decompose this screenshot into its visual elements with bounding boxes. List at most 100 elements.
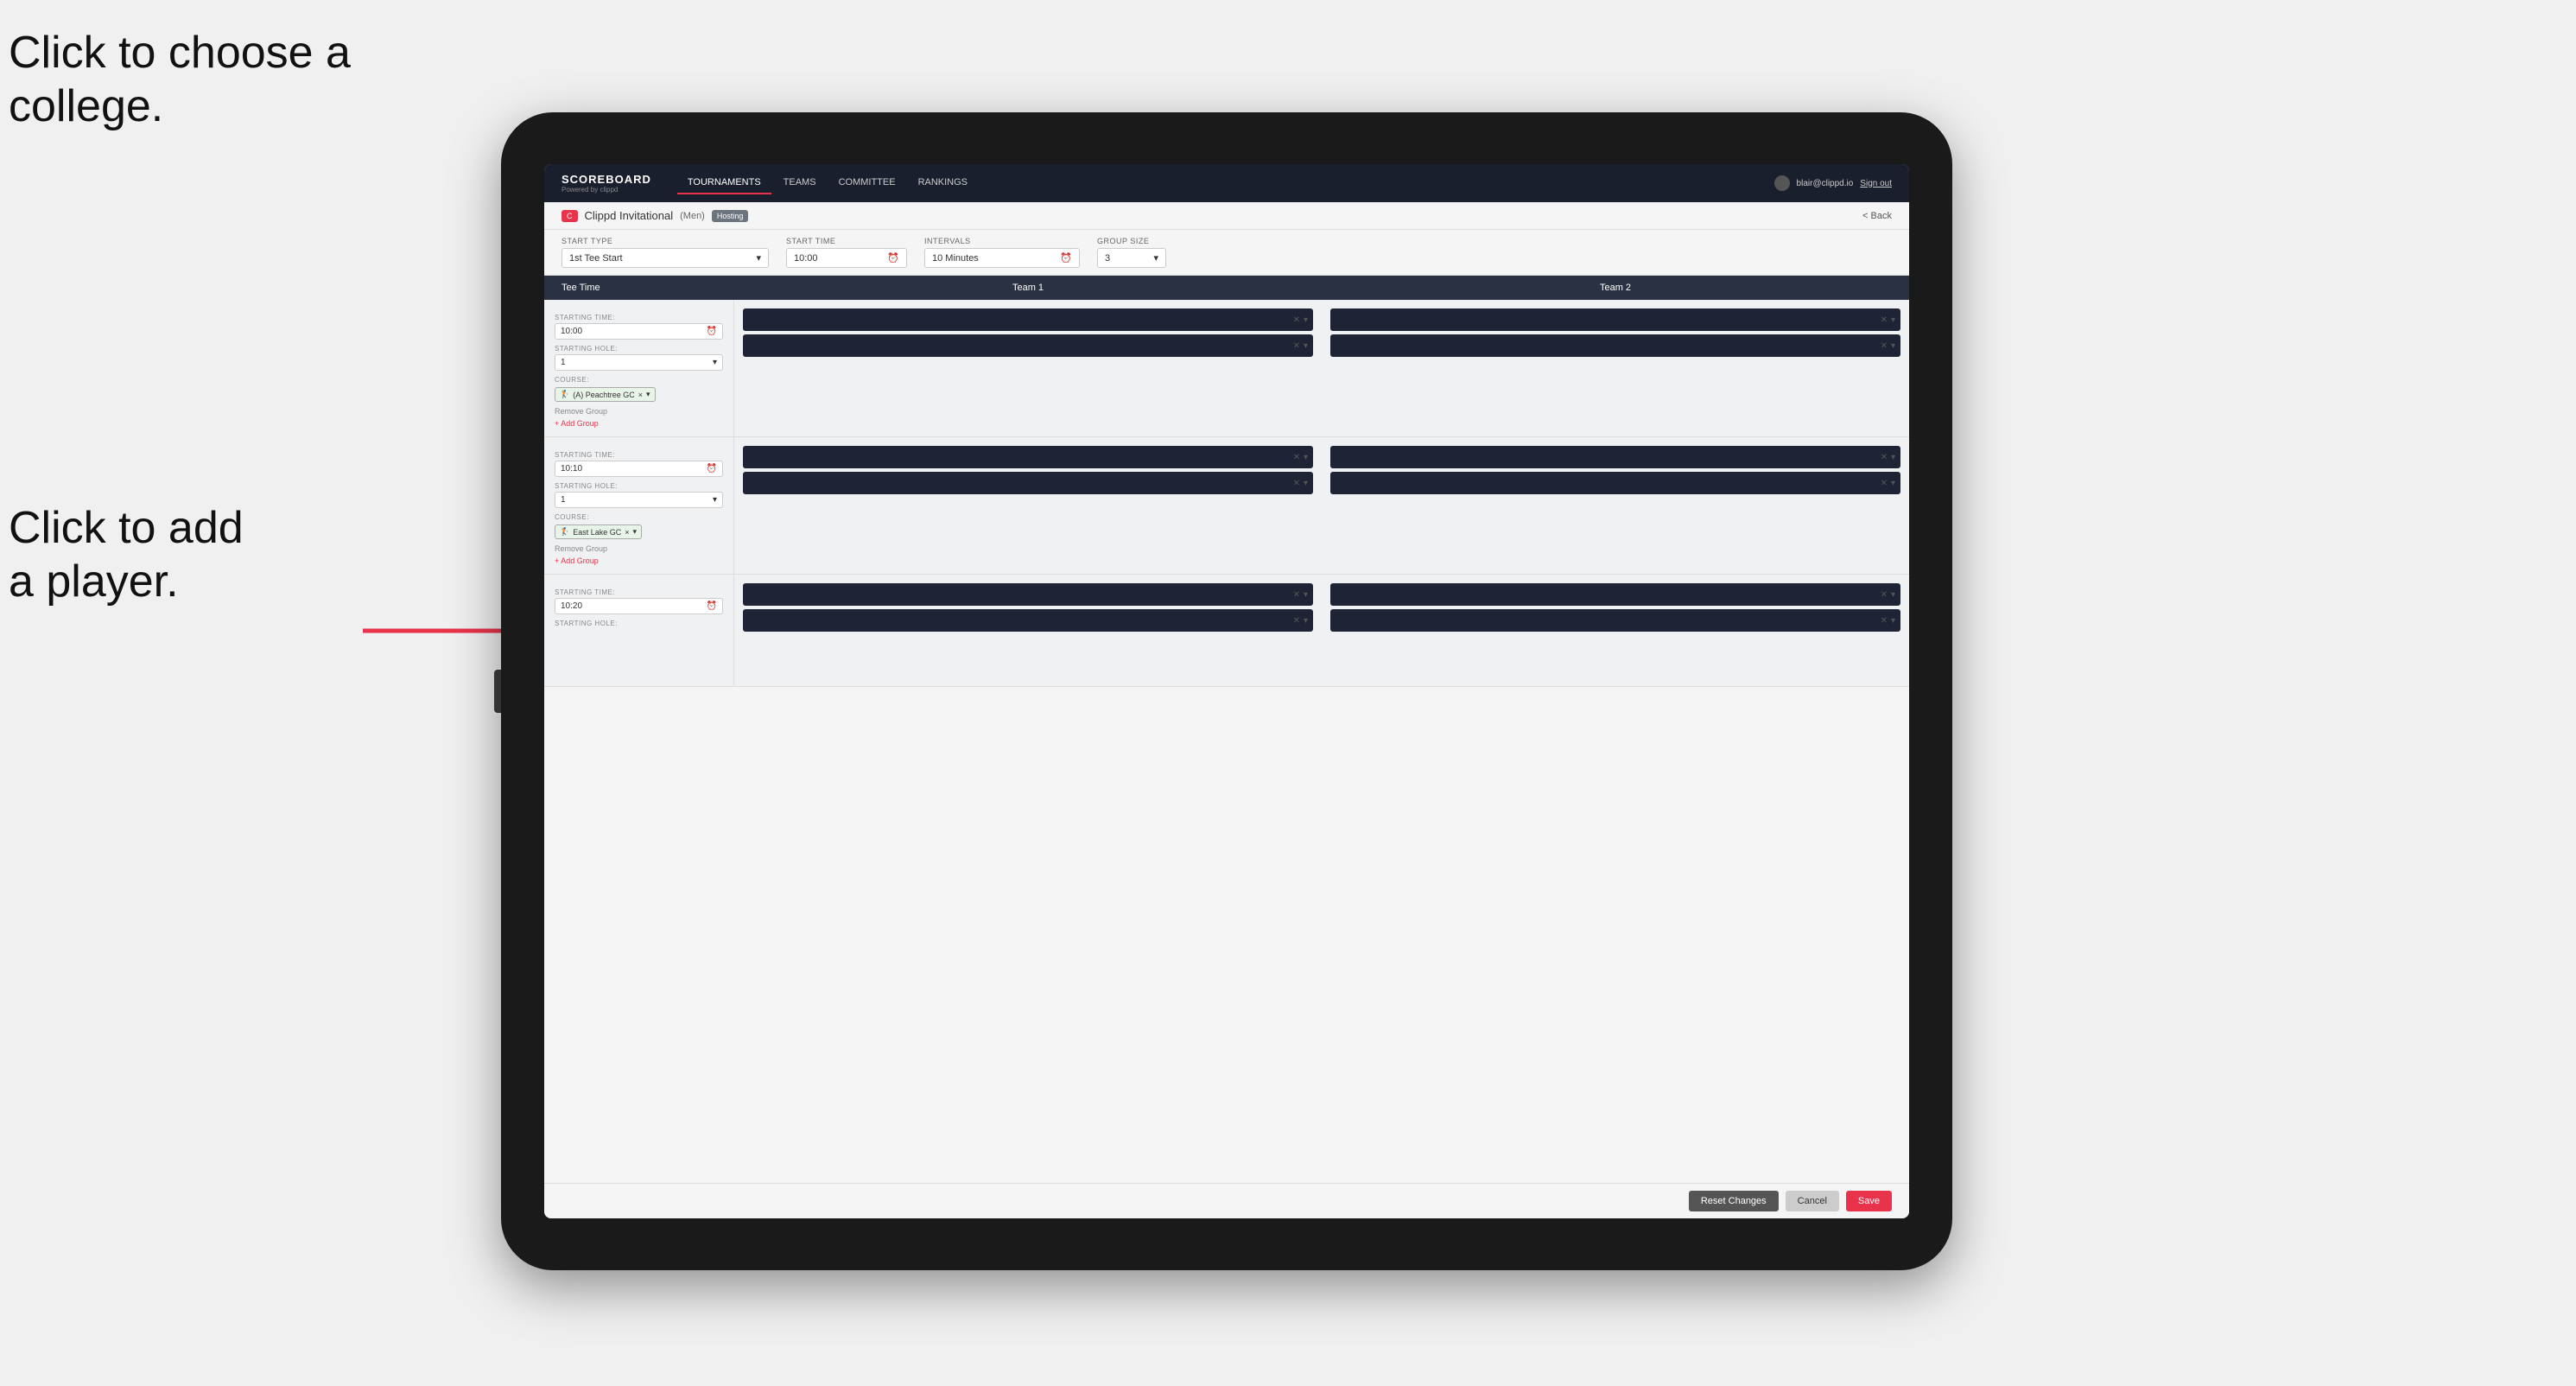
reset-button[interactable]: Reset Changes <box>1689 1191 1779 1211</box>
logo-text: SCOREBOARD <box>562 173 651 186</box>
player-slot-2-1[interactable]: ✕ ▾ <box>1330 308 1900 331</box>
player-slot-2-2[interactable]: ✕ ▾ <box>1330 334 1900 357</box>
chevron-icon-4-2[interactable]: ▾ <box>1891 479 1895 488</box>
start-type-group: Start Type 1st Tee Start ▾ <box>562 237 769 268</box>
player-slot-4-2[interactable]: ✕ ▾ <box>1330 472 1900 494</box>
group-left-1: STARTING TIME: 10:00 ⏰ STARTING HOLE: 1 … <box>544 300 734 436</box>
start-type-label: Start Type <box>562 237 769 245</box>
tablet-side-button <box>494 670 501 713</box>
starting-hole-value-2[interactable]: 1 ▾ <box>555 492 723 508</box>
logo-sub: Powered by clippd <box>562 186 651 194</box>
tablet-frame: SCOREBOARD Powered by clippd TOURNAMENTS… <box>501 112 1952 1270</box>
form-row: Start Type 1st Tee Start ▾ Start Time 10… <box>544 230 1909 276</box>
x-icon-1-2[interactable]: ✕ <box>1293 341 1300 351</box>
chevron-icon-6-2[interactable]: ▾ <box>1891 616 1895 626</box>
chevron-icon-1-2[interactable]: ▾ <box>1304 341 1308 351</box>
clock-icon-g3: ⏰ <box>707 601 717 611</box>
player-slot-5-2[interactable]: ✕ ▾ <box>743 609 1313 632</box>
player-slot-1-2[interactable]: ✕ ▾ <box>743 334 1313 357</box>
chevron-icon-6-1[interactable]: ▾ <box>1891 590 1895 600</box>
user-avatar <box>1774 175 1790 191</box>
nav-rankings[interactable]: RANKINGS <box>908 172 978 194</box>
chevron-icon-3-1[interactable]: ▾ <box>1304 453 1308 462</box>
starting-hole-value-1[interactable]: 1 ▾ <box>555 354 723 371</box>
chevron-icon-1-1[interactable]: ▾ <box>1304 315 1308 325</box>
event-gender: (Men) <box>680 211 705 221</box>
start-type-select[interactable]: 1st Tee Start ▾ <box>562 248 769 268</box>
app-header: SCOREBOARD Powered by clippd TOURNAMENTS… <box>544 164 1909 202</box>
group-left-3: STARTING TIME: 10:20 ⏰ STARTING HOLE: <box>544 575 734 686</box>
starting-hole-label-1: STARTING HOLE: <box>555 345 723 353</box>
player-slot-5-1[interactable]: ✕ ▾ <box>743 583 1313 606</box>
hosting-badge: Hosting <box>712 210 749 222</box>
x-icon-5-2[interactable]: ✕ <box>1293 616 1300 626</box>
chevron-icon-3-2[interactable]: ▾ <box>1304 479 1308 488</box>
add-group-1[interactable]: + Add Group <box>555 419 723 428</box>
chevron-course-2[interactable]: ▾ <box>633 527 638 537</box>
sub-header: C Clippd Invitational (Men) Hosting < Ba… <box>544 202 1909 230</box>
group-size-label: Group Size <box>1097 237 1166 245</box>
col-team2: Team 2 <box>1322 283 1909 293</box>
starting-time-value-2[interactable]: 10:10 ⏰ <box>555 461 723 477</box>
chevron-icon-2-1[interactable]: ▾ <box>1891 315 1895 325</box>
col-team1: Team 1 <box>734 283 1322 293</box>
intervals-select[interactable]: 10 Minutes ⏰ <box>924 248 1080 268</box>
player-slot-3-1[interactable]: ✕ ▾ <box>743 446 1313 468</box>
nav-teams[interactable]: TEAMS <box>773 172 827 194</box>
course-tag-1[interactable]: 🏌 (A) Peachtree GC × ▾ <box>555 387 656 402</box>
player-slot-3-2[interactable]: ✕ ▾ <box>743 472 1313 494</box>
back-button[interactable]: < Back <box>1862 211 1892 221</box>
player-slot-6-2[interactable]: ✕ ▾ <box>1330 609 1900 632</box>
x-icon-1-1[interactable]: ✕ <box>1293 315 1300 325</box>
group-size-select[interactable]: 3 ▾ <box>1097 248 1166 268</box>
sign-out-link[interactable]: Sign out <box>1860 179 1892 188</box>
x-icon-6-1[interactable]: ✕ <box>1881 590 1888 600</box>
nav-committee[interactable]: COMMITTEE <box>828 172 906 194</box>
group-left-2: STARTING TIME: 10:10 ⏰ STARTING HOLE: 1 … <box>544 437 734 574</box>
chevron-icon-5-1[interactable]: ▾ <box>1304 590 1308 600</box>
remove-group-1[interactable]: Remove Group <box>555 407 723 416</box>
x-icon-2-2[interactable]: ✕ <box>1881 341 1888 351</box>
chevron-icon-4-1[interactable]: ▾ <box>1891 453 1895 462</box>
chevron-course-1[interactable]: ▾ <box>646 390 650 399</box>
starting-hole-label-2: STARTING HOLE: <box>555 482 723 490</box>
course-tag-2[interactable]: 🏌 East Lake GC × ▾ <box>555 525 642 539</box>
tablet-screen: SCOREBOARD Powered by clippd TOURNAMENTS… <box>544 164 1909 1218</box>
annotation-add-player: Click to add a player. <box>9 501 244 609</box>
x-icon-4-2[interactable]: ✕ <box>1881 479 1888 488</box>
x-icon-5-1[interactable]: ✕ <box>1293 590 1300 600</box>
start-time-group: Start Time 10:00 ⏰ <box>786 237 907 268</box>
group-team1-3: ✕ ▾ ✕ ▾ <box>734 575 1322 686</box>
remove-course-icon-2[interactable]: × <box>625 528 629 537</box>
main-content: STARTING TIME: 10:00 ⏰ STARTING HOLE: 1 … <box>544 300 1909 1183</box>
group-size-group: Group Size 3 ▾ <box>1097 237 1166 268</box>
start-time-input[interactable]: 10:00 ⏰ <box>786 248 907 268</box>
player-slot-4-1[interactable]: ✕ ▾ <box>1330 446 1900 468</box>
course-label-1: COURSE: <box>555 376 723 384</box>
chevron-icon-5-2[interactable]: ▾ <box>1304 616 1308 626</box>
course-icon-1: 🏌 <box>560 390 569 399</box>
x-icon-2-1[interactable]: ✕ <box>1881 315 1888 325</box>
starting-time-value-3[interactable]: 10:20 ⏰ <box>555 598 723 614</box>
player-slot-6-1[interactable]: ✕ ▾ <box>1330 583 1900 606</box>
x-icon-3-1[interactable]: ✕ <box>1293 453 1300 462</box>
remove-course-icon-1[interactable]: × <box>638 391 643 399</box>
x-icon-6-2[interactable]: ✕ <box>1881 616 1888 626</box>
add-group-2[interactable]: + Add Group <box>555 556 723 565</box>
starting-time-label-3: STARTING TIME: <box>555 588 723 596</box>
cancel-button[interactable]: Cancel <box>1786 1191 1839 1211</box>
player-slot-1-1[interactable]: ✕ ▾ <box>743 308 1313 331</box>
save-button[interactable]: Save <box>1846 1191 1892 1211</box>
x-icon-3-2[interactable]: ✕ <box>1293 479 1300 488</box>
app-footer: Reset Changes Cancel Save <box>544 1183 1909 1218</box>
logo-area: SCOREBOARD Powered by clippd <box>562 173 651 194</box>
x-icon-4-1[interactable]: ✕ <box>1881 453 1888 462</box>
intervals-label: Intervals <box>924 237 1080 245</box>
annotation-choose-college: Click to choose a college. <box>9 26 351 134</box>
chevron-icon-h2: ▾ <box>713 495 717 505</box>
chevron-icon-2-2[interactable]: ▾ <box>1891 341 1895 351</box>
nav-tournaments[interactable]: TOURNAMENTS <box>677 172 771 194</box>
starting-time-value-1[interactable]: 10:00 ⏰ <box>555 323 723 340</box>
remove-group-2[interactable]: Remove Group <box>555 544 723 553</box>
event-logo-badge: C <box>562 210 578 222</box>
